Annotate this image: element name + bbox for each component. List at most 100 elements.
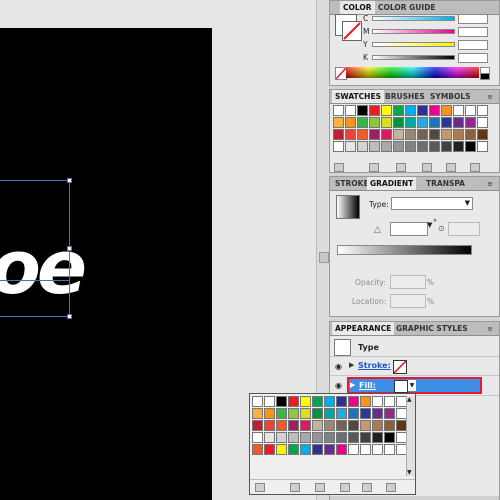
swatch[interactable] bbox=[441, 129, 452, 140]
swatch[interactable] bbox=[369, 129, 380, 140]
swatch[interactable] bbox=[369, 117, 380, 128]
popup-scrollbar[interactable]: ▲ ▼ bbox=[406, 396, 415, 476]
tab-gradient[interactable]: GRADIENT bbox=[367, 177, 417, 190]
swatch[interactable] bbox=[276, 444, 287, 455]
swatch[interactable] bbox=[252, 444, 263, 455]
panel-menu-icon[interactable]: ≡ bbox=[485, 179, 495, 189]
swatch[interactable] bbox=[333, 105, 344, 116]
gradient-type-select[interactable]: ▼ bbox=[391, 197, 473, 210]
angle-input[interactable] bbox=[390, 222, 428, 236]
swatch[interactable] bbox=[300, 420, 311, 431]
swatch[interactable] bbox=[405, 117, 416, 128]
swatch[interactable] bbox=[264, 432, 275, 443]
swatch[interactable] bbox=[465, 129, 476, 140]
swatch[interactable] bbox=[384, 444, 395, 455]
swatch[interactable] bbox=[453, 141, 464, 152]
swatch[interactable] bbox=[381, 129, 392, 140]
tab-color-guide[interactable]: COLOR GUIDE bbox=[375, 1, 439, 14]
input-c[interactable] bbox=[458, 14, 488, 24]
swatch[interactable] bbox=[348, 432, 359, 443]
swatch[interactable] bbox=[405, 141, 416, 152]
swatch[interactable] bbox=[417, 141, 428, 152]
swatch[interactable] bbox=[393, 117, 404, 128]
panel-menu-icon[interactable]: ≡ bbox=[485, 324, 495, 334]
swatch[interactable] bbox=[345, 117, 356, 128]
input-m[interactable] bbox=[458, 27, 488, 37]
swatch[interactable] bbox=[357, 105, 368, 116]
swatch[interactable] bbox=[276, 420, 287, 431]
swatch[interactable] bbox=[336, 432, 347, 443]
swatch[interactable] bbox=[369, 105, 380, 116]
swatch-options-icon[interactable] bbox=[315, 483, 325, 492]
swatch[interactable] bbox=[276, 408, 287, 419]
swatch[interactable] bbox=[357, 129, 368, 140]
slider-c[interactable] bbox=[372, 16, 455, 21]
swatch[interactable] bbox=[405, 105, 416, 116]
swatch[interactable] bbox=[360, 396, 371, 407]
swatch[interactable] bbox=[417, 105, 428, 116]
swatch[interactable] bbox=[324, 420, 335, 431]
selection-handle-bottom-right[interactable] bbox=[67, 314, 72, 319]
slider-y[interactable] bbox=[372, 42, 455, 47]
swatch[interactable] bbox=[453, 129, 464, 140]
swatch[interactable] bbox=[441, 141, 452, 152]
fill-row[interactable]: ◉ ▶ Fill: ▼ bbox=[330, 375, 499, 395]
stroke-label[interactable]: Stroke: bbox=[358, 361, 391, 370]
new-color-group-icon[interactable] bbox=[340, 483, 350, 492]
scrollbar-thumb[interactable] bbox=[319, 252, 329, 263]
swatch[interactable] bbox=[348, 420, 359, 431]
fill-color-chip[interactable] bbox=[394, 380, 408, 393]
swatch[interactable] bbox=[369, 141, 380, 152]
swatch[interactable] bbox=[417, 129, 428, 140]
swatch[interactable] bbox=[372, 408, 383, 419]
swatch[interactable] bbox=[405, 129, 416, 140]
swatch[interactable] bbox=[384, 396, 395, 407]
gradient-slider[interactable] bbox=[337, 245, 472, 255]
swatch[interactable] bbox=[252, 432, 263, 443]
swatch[interactable] bbox=[264, 408, 275, 419]
tab-brushes[interactable]: BRUSHES bbox=[382, 90, 428, 103]
chevron-down-icon[interactable]: ▼ bbox=[408, 380, 416, 391]
swatch[interactable] bbox=[381, 117, 392, 128]
swatch[interactable] bbox=[312, 396, 323, 407]
swatch[interactable] bbox=[381, 105, 392, 116]
swatch[interactable] bbox=[429, 141, 440, 152]
swatch[interactable] bbox=[288, 432, 299, 443]
expand-triangle-icon[interactable]: ▶ bbox=[350, 381, 355, 389]
input-y[interactable] bbox=[458, 40, 488, 50]
swatch-grid[interactable] bbox=[333, 105, 488, 152]
swatch[interactable] bbox=[393, 129, 404, 140]
swatch[interactable] bbox=[300, 396, 311, 407]
tab-graphic-styles[interactable]: GRAPHIC STYLES bbox=[393, 322, 471, 335]
swatch[interactable] bbox=[312, 408, 323, 419]
swatch-library-icon[interactable] bbox=[334, 163, 344, 172]
swatch[interactable] bbox=[453, 105, 464, 116]
swatch[interactable] bbox=[312, 444, 323, 455]
swatch[interactable] bbox=[477, 105, 488, 116]
swatch[interactable] bbox=[477, 141, 488, 152]
swatch[interactable] bbox=[336, 408, 347, 419]
tab-color[interactable]: COLOR bbox=[340, 1, 375, 14]
swatch[interactable] bbox=[252, 408, 263, 419]
opacity-input[interactable] bbox=[390, 275, 426, 289]
scroll-up-icon[interactable]: ▲ bbox=[407, 396, 412, 403]
scroll-down-icon[interactable]: ▼ bbox=[407, 469, 412, 476]
selection-handle-middle-right[interactable] bbox=[67, 246, 72, 251]
tab-symbols[interactable]: SYMBOLS bbox=[427, 90, 474, 103]
popup-swatch-grid[interactable] bbox=[252, 396, 407, 455]
stroke-color-chip[interactable] bbox=[393, 360, 407, 374]
swatch[interactable] bbox=[288, 444, 299, 455]
swatch[interactable] bbox=[465, 141, 476, 152]
eye-icon[interactable]: ◉ bbox=[335, 381, 342, 390]
show-kinds-icon[interactable] bbox=[369, 163, 379, 172]
swatch[interactable] bbox=[264, 444, 275, 455]
swatch[interactable] bbox=[276, 432, 287, 443]
eye-icon[interactable]: ◉ bbox=[335, 362, 342, 371]
slider-m[interactable] bbox=[372, 29, 455, 34]
swatch[interactable] bbox=[333, 141, 344, 152]
angle-dropdown-icon[interactable]: ▼ bbox=[427, 221, 432, 229]
swatch[interactable] bbox=[360, 420, 371, 431]
tab-transparency[interactable]: TRANSPA bbox=[423, 177, 468, 190]
swatch[interactable] bbox=[393, 141, 404, 152]
swatch[interactable] bbox=[312, 420, 323, 431]
